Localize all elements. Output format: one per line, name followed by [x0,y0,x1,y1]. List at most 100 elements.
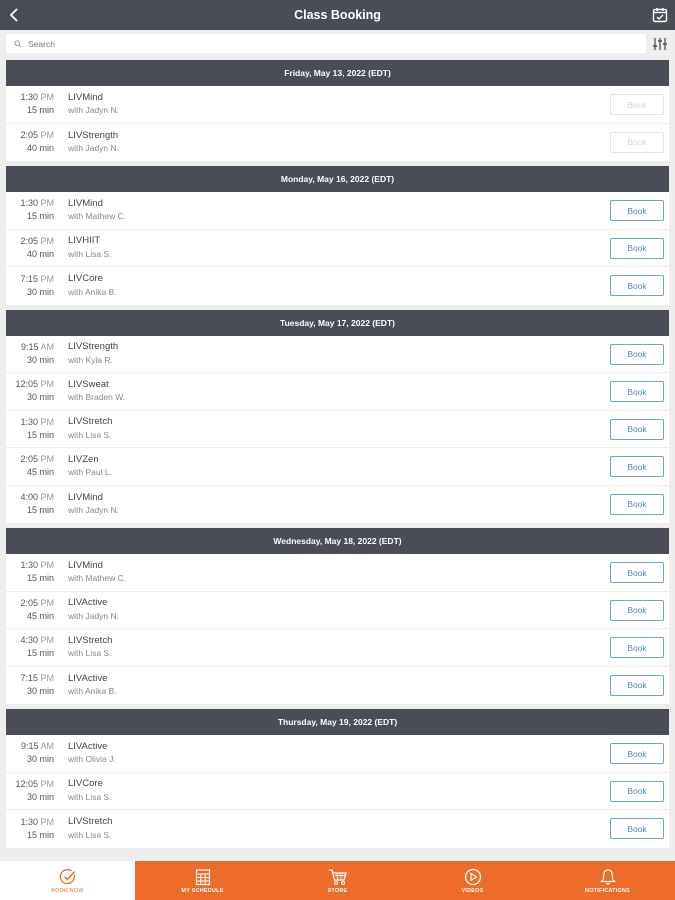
calendar-grid-icon [195,868,210,885]
class-time: 1:30 PM 15 min [6,91,54,117]
class-duration: 15 min [26,573,54,584]
class-duration: 30 min [26,286,54,297]
class-duration: 15 min [26,829,54,840]
class-duration: 15 min [26,211,54,222]
tab-store[interactable]: STORE [270,861,405,900]
search-input[interactable] [28,38,628,49]
app-header: Class Booking [0,0,675,30]
book-button[interactable]: Book [610,94,664,115]
class-time: 1:30 PM 15 min [6,416,54,442]
class-row: 1:30 PM 15 min LIVMind with Mathew C. Book [6,554,669,592]
tab-label: VIDEOS [461,887,484,894]
class-name: LIVActive [68,740,108,752]
class-time: 12:05 PM 30 min [6,378,54,404]
class-time: 1:30 PM 15 min [6,197,54,223]
book-button[interactable]: Book [610,343,664,365]
day-header: Tuesday, May 17, 2022 (EDT) [6,309,669,336]
class-time: 1:30 PM 15 min [6,816,54,842]
page-title: Class Booking [294,8,381,22]
book-button[interactable]: Book [610,237,664,259]
class-row: 9:15 AM 30 min LIVActive with Olivia J. Bo… [6,735,669,773]
bottom-tab-bar: BOOK NOW MY SCHEDULE STORE VIDEOS NOTIFI… [0,861,675,900]
class-instructor: with Mathew C. [68,211,127,222]
class-name: LIVActive [68,672,108,684]
class-instructor: with Anika B. [68,686,117,697]
class-name: LIVCore [68,273,103,285]
tab-label: BOOK NOW [51,887,84,894]
day-classes: 9:15 AM 30 min LIVStrength with Kyla R. Bo… [6,335,669,523]
class-row: 4:30 PM 15 min LIVStretch with Lisa S. Boo… [6,629,669,667]
tab-videos[interactable]: VIDEOS [405,861,540,900]
tab-notifications[interactable]: NOTIFICATIONS [540,861,675,900]
class-time: 7:15 PM 30 min [6,672,54,698]
day-header: Thursday, May 19, 2022 (EDT) [6,709,669,735]
class-instructor: with Mathew C. [68,573,127,584]
play-circle-icon [464,868,481,885]
class-row: 1:30 PM 15 min LIVMind with Jadyn N. Book [6,86,669,124]
tab-label: NOTIFICATIONS [585,887,630,894]
book-button[interactable]: Book [610,743,664,764]
class-instructor: with Jadyn N. [68,143,120,154]
book-button[interactable]: Book [610,562,664,583]
search-icon [14,39,22,48]
class-row: 2:05 PM 40 min LIVStrength with Jadyn N. B… [6,124,669,162]
class-instructor: with Jadyn N. [68,505,120,516]
class-name: LIVStrength [68,129,119,141]
class-name: LIVActive [68,597,108,609]
class-time: 2:05 PM 45 min [6,453,54,479]
book-button[interactable]: Book [610,381,664,402]
class-instructor: with Lisa S. [68,429,112,440]
class-duration: 15 min [26,429,54,440]
shopping-cart-icon [328,868,347,885]
tab-label: STORE [327,887,348,894]
class-time: 9:15 AM 30 min [6,341,54,367]
class-row: 12:05 PM 30 min LIVSweat with Braden W. Bo… [6,373,669,411]
class-name: LIVStretch [68,816,113,828]
class-instructor: with Olivia J. [68,754,116,765]
calendar-check-icon[interactable] [651,6,669,24]
class-name: LIVSweat [68,378,109,390]
sliders-icon[interactable] [652,36,668,52]
book-button[interactable]: Book [610,131,664,153]
book-button[interactable]: Book [610,818,664,839]
class-name: LIVMind [68,491,103,503]
class-name: LIVHIIT [68,235,101,247]
tab-my-schedule[interactable]: MY SCHEDULE [135,861,270,900]
class-row: 7:15 PM 30 min LIVActive with Anika B. Boo… [6,667,669,705]
class-row: 1:30 PM 15 min LIVMind with Mathew C. Book [6,192,669,230]
class-duration: 45 min [26,467,54,478]
class-duration: 30 min [26,686,54,697]
class-instructor: with Anika B. [68,286,117,297]
class-duration: 30 min [26,354,54,365]
book-button[interactable]: Book [610,275,664,296]
class-instructor: with Jadyn N. [68,610,120,621]
class-duration: 15 min [26,105,54,116]
class-row: 2:05 PM 45 min LIVZen with Paul L. Book [6,448,669,486]
book-button[interactable]: Book [610,674,664,696]
class-name: LIVStretch [68,416,113,428]
class-row: 12:05 PM 30 min LIVCore with Lisa S. Book [6,773,669,810]
book-button[interactable]: Book [610,493,664,515]
check-circle-icon [59,868,75,884]
book-button[interactable]: Book [610,637,664,658]
class-instructor: with Braden W. [68,392,126,403]
class-time: 2:05 PM 40 min [6,235,54,261]
book-button[interactable]: Book [610,780,664,802]
class-duration: 30 min [26,754,54,765]
book-button[interactable]: Book [610,456,664,477]
chevron-left-icon[interactable] [6,6,24,24]
class-list: Friday, May 13, 2022 (EDT) 1:30 PM 15 min… [6,60,669,853]
day-classes: 1:30 PM 15 min LIVMind with Mathew C. Book… [6,192,669,305]
tab-book-now[interactable]: BOOK NOW [0,861,135,900]
class-name: LIVMind [68,559,103,571]
class-name: LIVMind [68,91,103,103]
class-instructor: with Paul L. [68,467,112,478]
class-duration: 40 min [26,248,54,259]
class-duration: 15 min [26,648,54,659]
class-name: LIVZen [68,453,99,465]
book-button[interactable]: Book [610,200,664,221]
book-button[interactable]: Book [610,418,664,440]
book-button[interactable]: Book [610,599,664,621]
day-classes: 1:30 PM 15 min LIVMind with Jadyn N. Book … [6,86,669,161]
class-duration: 15 min [26,505,54,516]
